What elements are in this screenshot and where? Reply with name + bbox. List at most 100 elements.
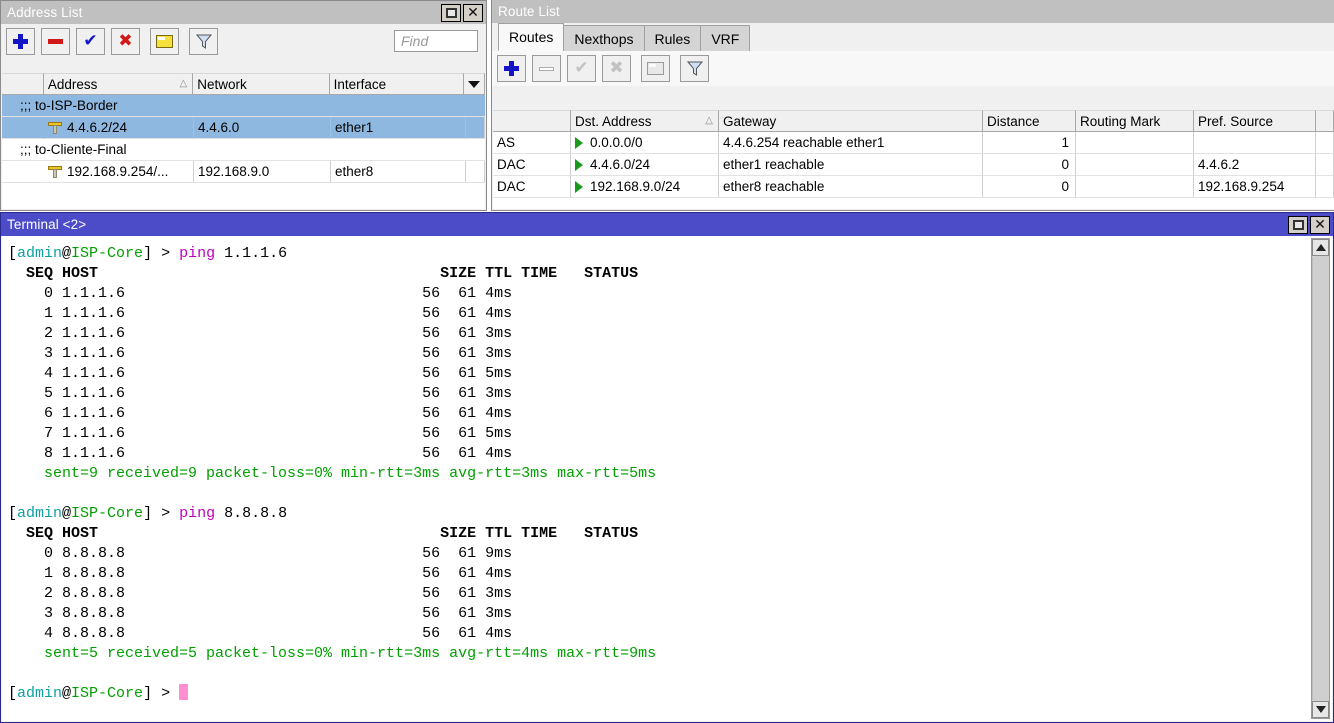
route-active-icon [575,181,583,193]
routing-mark-cell [1076,154,1194,176]
dst-address-cell: 192.168.9.0/24 [571,176,719,198]
address-list-toolbar: ✔ ✖ Find [1,24,486,59]
route-list-window: Route List Routes Nexthops Rules VRF ✔ ✖ [491,0,1334,211]
enable-address-button[interactable]: ✔ [76,28,105,55]
comment-route-button [641,55,670,82]
tab-routes-label: Routes [509,29,553,45]
pref-source-column-header[interactable]: Pref. Source [1194,110,1316,132]
distance-value: 0 [1061,179,1069,194]
find-input[interactable]: Find [394,30,478,52]
restore-icon[interactable] [1288,216,1308,234]
interface-column-label: Interface [334,77,387,92]
terminal-titlebar[interactable]: Terminal <2> ✕ [1,213,1333,236]
distance-value: 0 [1061,157,1069,172]
scrollbar-track[interactable] [1312,257,1329,700]
table-row[interactable]: ;;; to-ISP-Border [2,95,485,117]
check-icon: ✔ [574,60,588,77]
address-list-header-row: Address △ Network Interface [2,73,485,95]
minus-icon [48,39,63,44]
route-active-icon [575,159,583,171]
address-column-header[interactable]: Address △ [44,73,193,95]
column-chooser-button[interactable] [464,73,485,95]
dst-address-value: 4.4.6.0/24 [590,157,650,172]
minus-icon [539,67,554,71]
dst-address-column-header[interactable]: Dst. Address △ [571,110,719,132]
tab-vrf[interactable]: VRF [700,25,750,51]
dst-address-column-label: Dst. Address [575,114,652,129]
route-list-titlebar[interactable]: Route List [492,0,1334,23]
terminal-scrollbar[interactable] [1311,238,1330,719]
address-value: 4.4.6.2/24 [67,120,127,135]
distance-column-label: Distance [987,114,1040,129]
network-column-header[interactable]: Network [193,73,329,95]
check-icon: ✔ [83,33,97,50]
interface-cell: ether1 [331,117,466,139]
terminal-content: [admin@ISP-Core] > ping 1.1.1.6 SEQ HOST… [8,245,656,702]
interface-value: ether1 [335,120,373,135]
address-flag-column-header[interactable] [2,73,44,95]
gateway-cell: ether8 reachable [719,176,983,198]
pref-source-cell: 192.168.9.254 [1194,176,1316,198]
distance-column-header[interactable]: Distance [983,110,1076,132]
plus-icon [504,61,519,76]
close-icon[interactable]: ✕ [1310,216,1330,234]
sort-ascending-icon: △ [705,115,713,126]
route-list-table: Dst. Address △ Gateway Distance Routing … [493,110,1334,209]
table-row[interactable]: 4.4.6.2/24 4.4.6.0 ether1 [2,117,485,139]
enable-route-button: ✔ [567,55,596,82]
funnel-icon [196,34,212,49]
add-route-button[interactable] [497,55,526,82]
network-value: 4.4.6.0 [198,120,239,135]
add-address-button[interactable] [6,28,35,55]
route-extra-column-header[interactable] [1316,110,1334,132]
table-row[interactable]: 192.168.9.254/... 192.168.9.0 ether8 [2,161,485,183]
distance-value: 1 [1061,135,1069,150]
distance-cell: 0 [983,176,1076,198]
table-row[interactable]: DAC 4.4.6.0/24 ether1 reachable 0 4.4.6.… [493,154,1334,176]
comment-icon [156,35,173,48]
x-icon: ✖ [118,33,132,50]
disable-route-button: ✖ [602,55,631,82]
table-row[interactable]: AS 0.0.0.0/0 4.4.6.254 reachable ether1 … [493,132,1334,154]
address-pin-icon [48,165,62,178]
tab-rules[interactable]: Rules [644,25,702,51]
close-icon[interactable]: ✕ [463,4,483,22]
address-list-window-buttons: ✕ [441,4,486,22]
filter-address-button[interactable] [189,28,218,55]
interface-value: ether8 [335,164,373,179]
gateway-value: 4.4.6.254 reachable ether1 [723,135,884,150]
address-column-label: Address [48,77,98,92]
gateway-column-label: Gateway [723,114,776,129]
tab-rules-label: Rules [655,31,691,47]
comment-address-button[interactable] [150,28,179,55]
scroll-down-arrow-icon[interactable] [1312,701,1329,718]
interface-cell: ether8 [331,161,466,183]
address-comment-text: ;;; to-ISP-Border [20,98,118,113]
remove-address-button[interactable] [41,28,70,55]
table-row[interactable]: DAC 192.168.9.0/24 ether8 reachable 0 19… [493,176,1334,198]
address-list-window: Address List ✕ ✔ ✖ Find Addres [0,0,487,211]
scroll-up-arrow-icon[interactable] [1312,239,1329,256]
table-row[interactable]: ;;; to-Cliente-Final [2,139,485,161]
route-flags-cell: DAC [493,176,571,198]
gateway-value: ether8 reachable [723,179,824,194]
gateway-cell: 4.4.6.254 reachable ether1 [719,132,983,154]
chevron-down-icon [468,81,480,88]
tab-nexthops[interactable]: Nexthops [563,25,644,51]
route-flags-value: DAC [497,157,526,172]
gateway-column-header[interactable]: Gateway [719,110,983,132]
restore-icon[interactable] [441,4,461,22]
routing-mark-column-header[interactable]: Routing Mark [1076,110,1194,132]
route-flags-column-header[interactable] [493,110,571,132]
tab-routes[interactable]: Routes [498,23,564,51]
sort-ascending-icon: △ [180,78,188,89]
pref-source-cell: 4.4.6.2 [1194,154,1316,176]
disable-address-button[interactable]: ✖ [111,28,140,55]
terminal-output-area[interactable]: [admin@ISP-Core] > ping 1.1.1.6 SEQ HOST… [2,236,1332,721]
route-list-header-row: Dst. Address △ Gateway Distance Routing … [493,110,1334,132]
filter-route-button[interactable] [680,55,709,82]
interface-column-header[interactable]: Interface [330,73,464,95]
network-column-label: Network [197,77,247,92]
address-list-titlebar[interactable]: Address List ✕ [1,1,486,24]
funnel-icon [687,61,703,76]
